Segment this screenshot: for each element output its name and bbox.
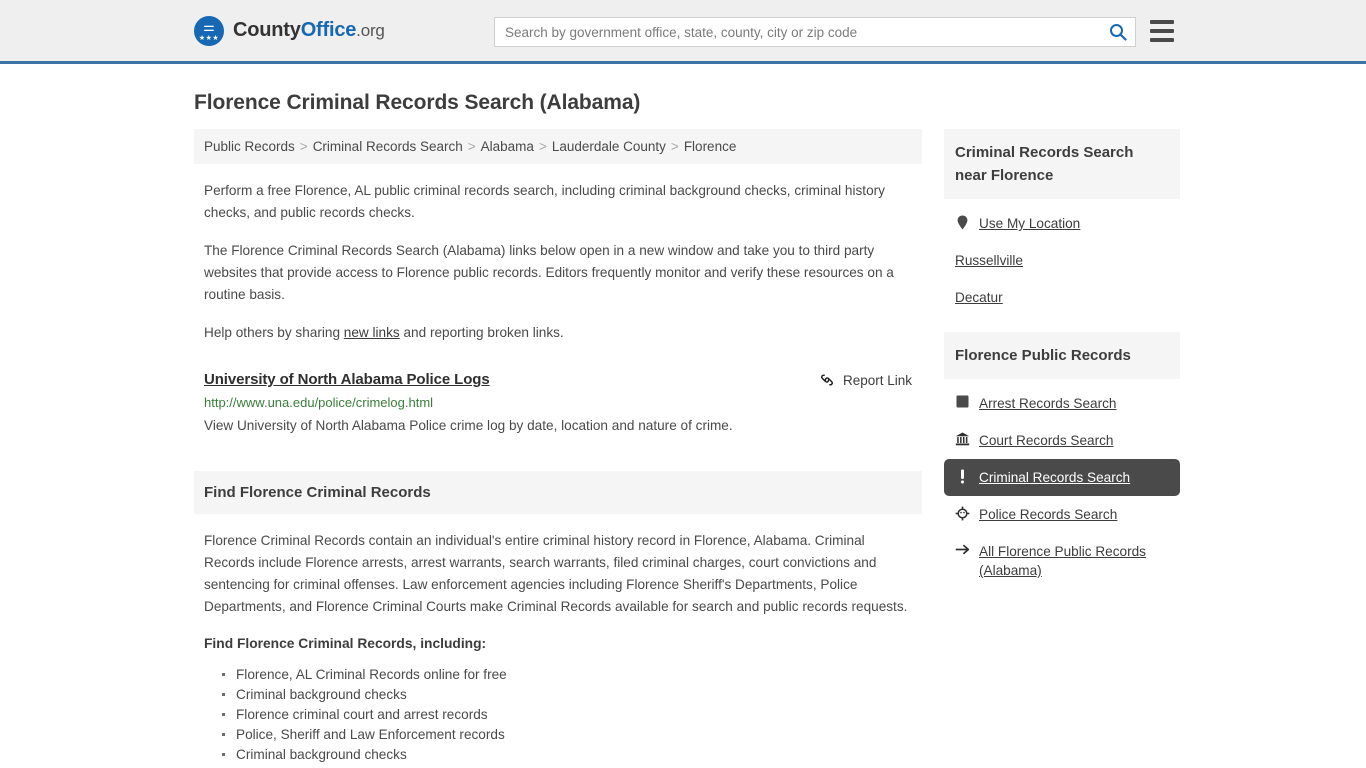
sidebar: Criminal Records Search near Florence Us… <box>944 129 1180 605</box>
sidebar-item-label: All Florence Public Records (Alabama) <box>979 544 1146 578</box>
hamburger-menu-icon[interactable] <box>1150 20 1174 42</box>
result-header-row: University of North Alabama Police Logs … <box>204 371 912 388</box>
panel-public-records-heading: Florence Public Records <box>944 332 1180 379</box>
breadcrumb-item-alabama[interactable]: Alabama <box>481 139 534 154</box>
sidebar-item-label: Police Records Search <box>979 507 1118 522</box>
panel-nearby-heading: Criminal Records Search near Florence <box>944 129 1180 199</box>
logo-text-suffix: .org <box>356 21 385 40</box>
sidebar-item-all-public-records[interactable]: All Florence Public Records (Alabama) <box>944 533 1180 589</box>
share-text-prefix: Help others by sharing <box>204 325 344 340</box>
breadcrumb-separator: > <box>538 139 547 154</box>
breadcrumb-separator: > <box>467 139 476 154</box>
panel-nearby-searches: Criminal Records Search near Florence Us… <box>944 129 1180 316</box>
intro-paragraph-1: Perform a free Florence, AL public crimi… <box>204 183 885 220</box>
section-subheading: Find Florence Criminal Records, includin… <box>204 636 487 651</box>
sidebar-item-use-my-location[interactable]: Use My Location <box>944 205 1180 242</box>
sidebar-item-arrest-records-search[interactable]: Arrest Records Search <box>944 385 1180 422</box>
section-heading: Find Florence Criminal Records <box>194 471 922 514</box>
sidebar-item-police-records-search[interactable]: Police Records Search <box>944 496 1180 533</box>
search-input[interactable] <box>495 18 1101 46</box>
new-links-link[interactable]: new links <box>344 325 400 340</box>
map-pin-icon <box>955 214 970 230</box>
panel-nearby-body: Use My Location Russellville Decatur <box>944 199 1180 316</box>
site-logo-text: CountyOffice.org <box>233 19 385 42</box>
breadcrumb-item-lauderdale-county[interactable]: Lauderdale County <box>552 139 666 154</box>
sidebar-item-label: Decatur <box>955 290 1003 305</box>
breadcrumb-separator: > <box>299 139 308 154</box>
sidebar-item-label: Use My Location <box>979 216 1081 231</box>
exclamation-icon <box>955 468 970 484</box>
breadcrumb: Public Records > Criminal Records Search > A… <box>194 129 922 164</box>
section-paragraph: Florence Criminal Records contain an ind… <box>204 533 908 614</box>
sidebar-item-label: Russellville <box>955 253 1023 268</box>
police-badge-icon <box>955 505 970 521</box>
list-item: Criminal background checks <box>222 685 912 705</box>
sidebar-item-label: Criminal Records Search <box>979 470 1131 485</box>
logo-text-part2: Office <box>300 19 357 41</box>
fingerprint-square-icon <box>955 394 970 408</box>
site-header: ⚌ ★★★ CountyOffice.org <box>0 0 1366 64</box>
share-text-suffix: and reporting broken links. <box>399 325 564 340</box>
main-column: Public Records > Criminal Records Search > A… <box>194 129 922 765</box>
result-url: http://www.una.edu/police/crimelog.html <box>204 395 434 410</box>
search-button[interactable] <box>1101 18 1135 46</box>
page-title: Florence Criminal Records Search (Alabam… <box>194 91 641 114</box>
page-container: Florence Criminal Records Search (Alabam… <box>0 91 1366 765</box>
panel-public-records: Florence Public Records Arrest Records S… <box>944 332 1180 589</box>
list-item: Florence criminal court and arrest recor… <box>222 705 912 725</box>
intro-paragraph-2: The Florence Criminal Records Search (Al… <box>204 243 894 302</box>
breadcrumb-separator: > <box>670 139 679 154</box>
breadcrumb-item-criminal-records-search[interactable]: Criminal Records Search <box>313 139 463 154</box>
list-item: Police, Sheriff and Law Enforcement reco… <box>222 725 912 745</box>
sidebar-item-label: Arrest Records Search <box>979 396 1117 411</box>
intro-paragraph-3: Help others by sharing new links and rep… <box>204 322 912 344</box>
sidebar-item-decatur[interactable]: Decatur <box>944 279 1180 316</box>
arrow-right-icon <box>955 542 970 556</box>
section-bullet-list: Florence, AL Criminal Records online for… <box>204 665 912 765</box>
report-link-button[interactable]: Report Link <box>819 372 912 388</box>
courthouse-icon <box>955 431 970 446</box>
sidebar-item-court-records-search[interactable]: Court Records Search <box>944 422 1180 459</box>
eagle-seal-icon: ⚌ ★★★ <box>194 15 224 46</box>
result-title-link[interactable]: University of North Alabama Police Logs <box>204 371 490 388</box>
section-body: Florence Criminal Records contain an ind… <box>194 530 922 765</box>
site-logo[interactable]: ⚌ ★★★ CountyOffice.org <box>194 15 385 46</box>
breadcrumb-item-public-records[interactable]: Public Records <box>204 139 295 154</box>
sidebar-item-criminal-records-search[interactable]: Criminal Records Search <box>944 459 1180 496</box>
result-item: University of North Alabama Police Logs … <box>194 371 922 436</box>
list-item: Criminal background checks <box>222 745 912 765</box>
list-item: Florence, AL Criminal Records online for… <box>222 665 912 685</box>
breadcrumb-item-florence: Florence <box>683 139 737 154</box>
intro-block: Perform a free Florence, AL public crimi… <box>194 180 922 344</box>
panel-public-records-body: Arrest Records Search Court Records Sear… <box>944 379 1180 589</box>
result-description: View University of North Alabama Police … <box>204 418 733 433</box>
report-link-label: Report Link <box>842 372 912 388</box>
search-bar <box>494 17 1136 47</box>
logo-text-part1: County <box>233 19 301 41</box>
sidebar-item-label: Court Records Search <box>979 433 1114 448</box>
content-columns: Public Records > Criminal Records Search > A… <box>194 129 1180 765</box>
sidebar-item-russellville[interactable]: Russellville <box>944 242 1180 279</box>
broken-link-icon <box>819 372 835 388</box>
search-icon <box>1109 23 1127 41</box>
